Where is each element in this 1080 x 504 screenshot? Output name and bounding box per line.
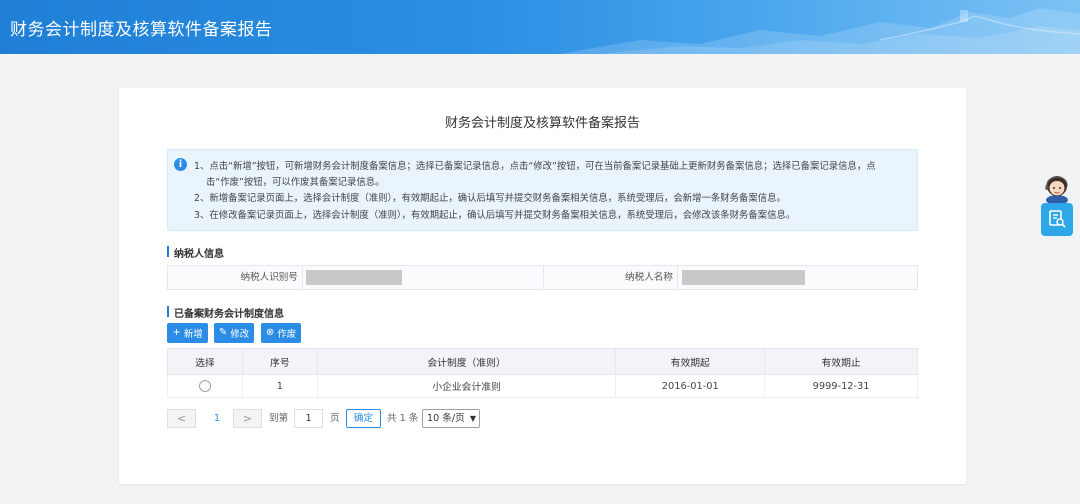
column-header-start: 有效期起 <box>615 348 766 375</box>
header-bar: 财务会计制度及核算软件备案报告 <box>0 0 1080 54</box>
cancel-circle-icon: ⊗ <box>265 327 275 338</box>
taxpayer-name-label: 纳税人名称 <box>625 272 673 283</box>
assistant-avatar-icon[interactable] <box>1040 170 1074 204</box>
row-end-date: 9999-12-31 <box>764 374 918 398</box>
row-radio[interactable] <box>198 380 211 392</box>
add-button[interactable]: + 新增 <box>167 323 208 343</box>
taxpayer-info-row: 纳税人识别号 纳税人名称 <box>167 265 918 290</box>
goto-page-input[interactable]: 1 <box>294 409 323 428</box>
column-header-end: 有效期止 <box>764 348 918 375</box>
goto-confirm-button[interactable]: 确定 <box>346 409 381 428</box>
row-select-cell <box>167 374 243 398</box>
add-button-label: 新增 <box>183 329 203 340</box>
page-size-value: 10 条/页 <box>427 413 465 424</box>
edit-button[interactable]: ✎ 修改 <box>214 323 254 343</box>
page-size-select[interactable]: 10 条/页 ▼ <box>422 409 480 428</box>
column-header-select: 选择 <box>167 348 243 375</box>
notice-box: i 1、点击“新增”按钮，可新增财务会计制度备案信息；选择已备案记录信息，点击“… <box>167 149 918 231</box>
plus-icon: + <box>172 327 181 338</box>
chevron-down-icon: ▼ <box>469 414 476 423</box>
total-count: 共 1 条 <box>387 413 419 424</box>
taxpayer-section-label: 纳税人信息 <box>167 245 224 260</box>
notice-line-3: 3、在修改备案记录页面上，选择会计制度（准则），有效期起止，确认后填写并提交财务… <box>194 210 796 221</box>
goto-label: 到第 <box>269 413 289 424</box>
records-section-label: 已备案财务会计制度信息 <box>167 305 284 320</box>
info-icon: i <box>174 158 187 171</box>
void-button[interactable]: ⊗ 作废 <box>261 323 301 343</box>
void-button-label: 作废 <box>277 329 297 340</box>
next-page-button[interactable]: > <box>233 409 262 428</box>
page-number-current[interactable]: 1 <box>214 409 220 428</box>
prev-page-button[interactable]: < <box>167 409 196 428</box>
pencil-icon: ✎ <box>218 327 228 338</box>
document-search-icon[interactable] <box>1041 203 1073 236</box>
divider <box>677 266 678 289</box>
edit-button-label: 修改 <box>230 329 250 340</box>
column-header-standard: 会计制度（准则） <box>316 348 617 375</box>
row-standard: 小企业会计准则 <box>316 374 617 398</box>
row-start-date: 2016-01-01 <box>615 374 766 398</box>
table-row[interactable]: 1 小企业会计准则 2016-01-01 9999-12-31 <box>167 374 918 398</box>
notice-line-1b: 击“作废”按钮，可以作废其备案记录信息。 <box>206 177 385 188</box>
page-unit-label: 页 <box>330 413 340 424</box>
taxpayer-id-value <box>306 270 402 285</box>
notice-line-2: 2、新增备案记录页面上，选择会计制度（准则），有效期起止，确认后填写并提交财务备… <box>194 193 786 204</box>
table-header-row: 选择 序号 会计制度（准则） 有效期起 有效期止 <box>167 348 918 375</box>
column-header-index: 序号 <box>241 348 318 375</box>
taxpayer-id-label: 纳税人识别号 <box>240 272 298 283</box>
divider <box>302 266 303 289</box>
row-index: 1 <box>241 374 318 398</box>
main-card: 财务会计制度及核算软件备案报告 i 1、点击“新增”按钮，可新增财务会计制度备案… <box>119 88 966 484</box>
taxpayer-name-value <box>682 270 805 285</box>
records-table: 选择 序号 会计制度（准则） 有效期起 有效期止 1 小企业会计准则 2016-… <box>167 348 918 398</box>
page-title: 财务会计制度及核算软件备案报告 <box>10 20 273 40</box>
notice-line-1: 1、点击“新增”按钮，可新增财务会计制度备案信息；选择已备案记录信息，点击“修改… <box>194 161 876 172</box>
card-title: 财务会计制度及核算软件备案报告 <box>444 116 640 131</box>
